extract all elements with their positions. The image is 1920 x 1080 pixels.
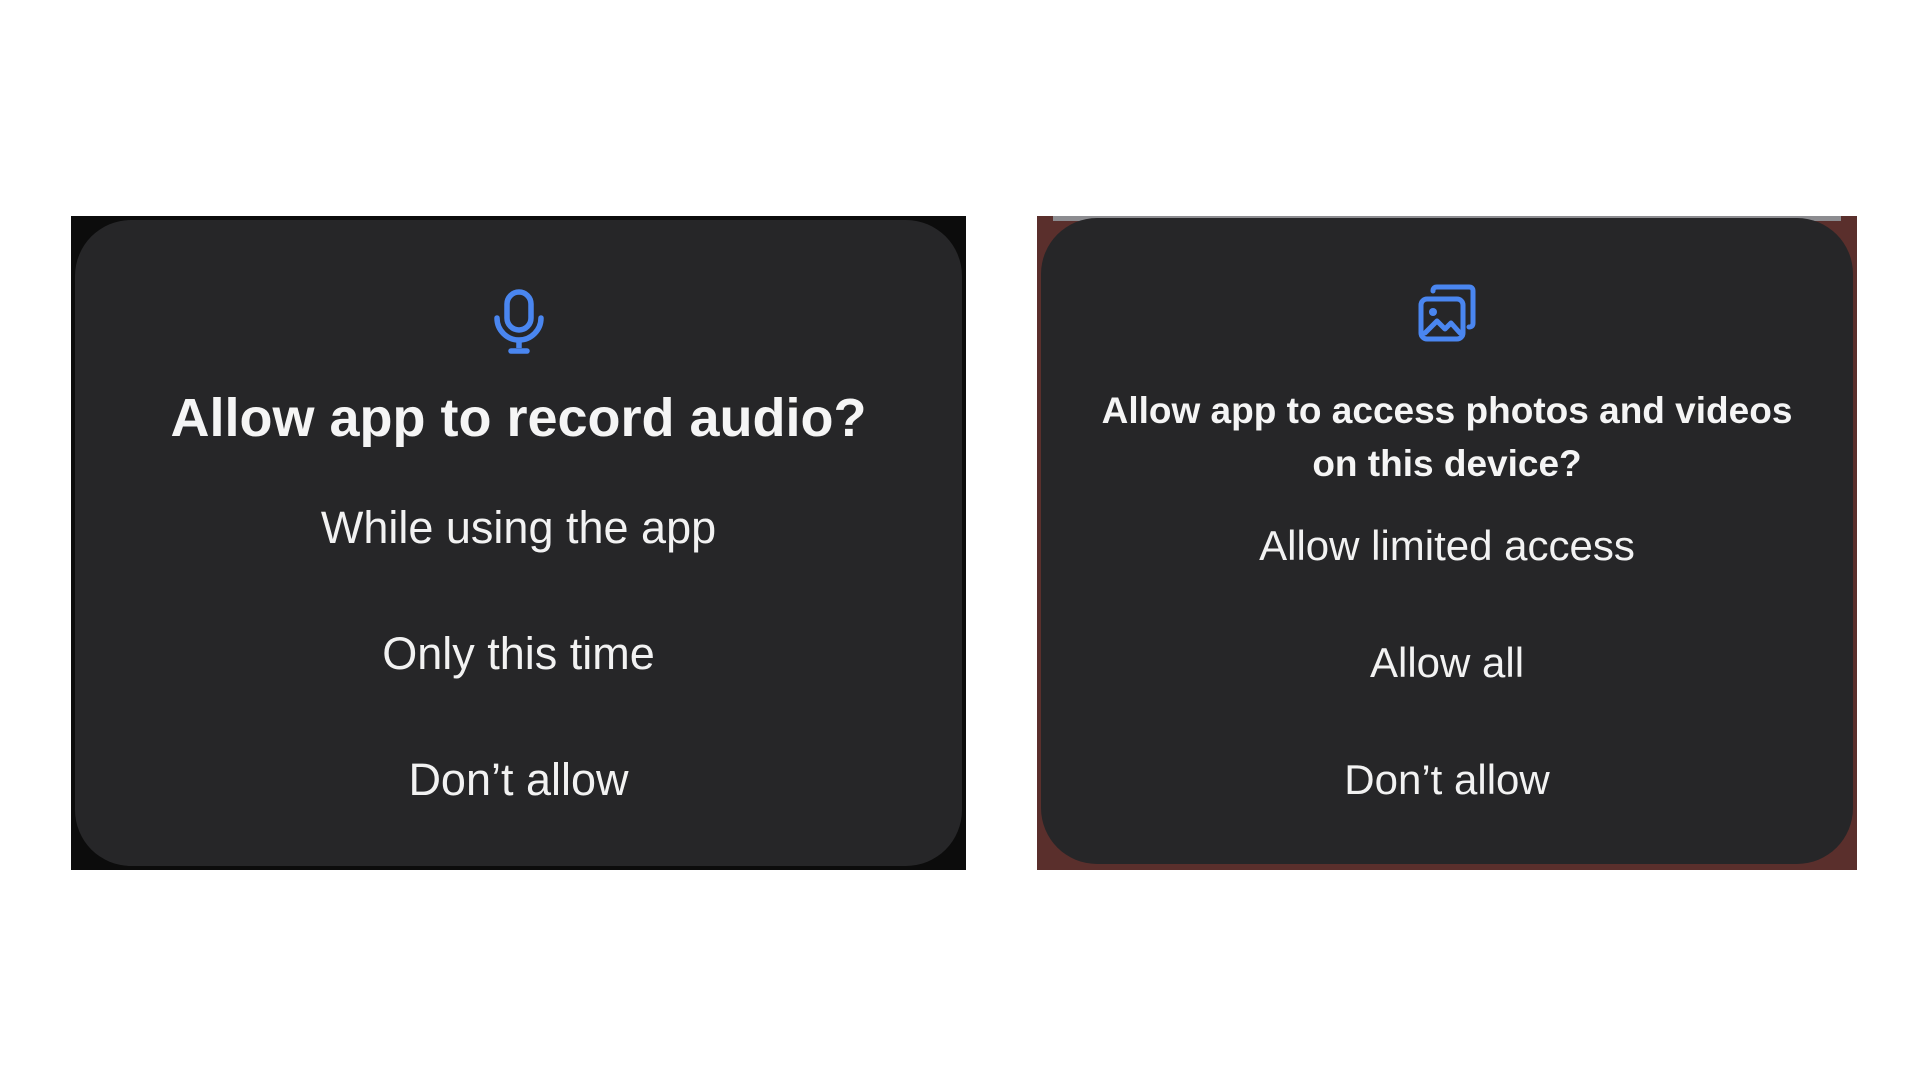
dialog-title-line-1: Allow app to access photos and videos [1101, 390, 1793, 431]
dont-allow-button[interactable]: Don’t allow [1041, 752, 1853, 808]
audio-permission-screenshot: Allow app to record audio? While using t… [71, 216, 966, 870]
dialog-title: Allow app to record audio? [170, 388, 867, 448]
media-permission-dialog: Allow app to access photos and videos on… [1041, 218, 1853, 864]
dont-allow-button[interactable]: Don’t allow [75, 752, 962, 808]
media-permission-screenshot: Allow app to access photos and videos on… [1037, 216, 1857, 870]
while-using-app-button[interactable]: While using the app [75, 500, 962, 556]
dialog-title: Allow app to access photos and videos on… [1071, 384, 1823, 490]
microphone-icon [492, 288, 546, 363]
photos-icon [1417, 283, 1477, 350]
allow-all-button[interactable]: Allow all [1041, 635, 1853, 691]
allow-limited-access-button[interactable]: Allow limited access [1041, 518, 1853, 574]
audio-permission-dialog: Allow app to record audio? While using t… [75, 220, 962, 866]
dialog-title-line-2: on this device? [1312, 443, 1582, 484]
only-this-time-button[interactable]: Only this time [75, 626, 962, 682]
